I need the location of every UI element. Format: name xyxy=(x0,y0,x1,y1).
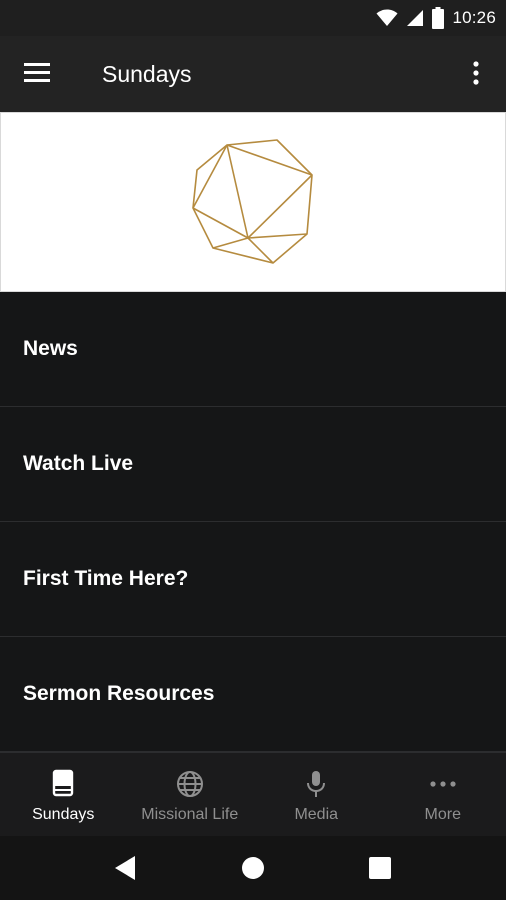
book-icon xyxy=(53,769,74,797)
status-bar: 10:26 xyxy=(0,0,506,36)
tab-label: Sundays xyxy=(32,806,95,823)
status-icons: 10:26 xyxy=(376,0,496,36)
hamburger-menu-button[interactable] xyxy=(22,60,58,90)
microphone-icon xyxy=(307,771,326,797)
hamburger-menu-icon xyxy=(24,63,50,82)
tab-media[interactable]: Media xyxy=(253,753,380,836)
bottom-navigation: Sundays Missional Life Media More xyxy=(0,752,506,836)
menu-item-watch-live[interactable]: Watch Live xyxy=(0,407,506,522)
signal-icon xyxy=(407,10,424,26)
menu-item-label: First Time Here? xyxy=(23,567,189,590)
more-horiz-icon xyxy=(430,781,456,787)
menu-item-first-time-here[interactable]: First Time Here? xyxy=(0,522,506,637)
more-vert-icon xyxy=(473,61,479,85)
geometric-polyhedron-logo-icon xyxy=(192,139,313,264)
header-banner xyxy=(0,112,506,292)
tab-missional-life[interactable]: Missional Life xyxy=(127,753,254,836)
globe-icon xyxy=(176,771,203,797)
menu-item-label: Sermon Resources xyxy=(23,682,215,705)
app-bar: Sundays xyxy=(0,36,506,112)
menu-item-news[interactable]: News xyxy=(0,292,506,407)
home-button[interactable] xyxy=(238,853,268,883)
tab-sundays[interactable]: Sundays xyxy=(0,753,127,836)
overflow-menu-button[interactable] xyxy=(464,58,488,90)
system-navigation-bar xyxy=(0,836,506,900)
tab-label: More xyxy=(424,806,461,823)
wifi-icon xyxy=(376,9,398,26)
home-icon xyxy=(242,857,264,879)
tab-label: Missional Life xyxy=(141,806,239,823)
back-button[interactable] xyxy=(111,853,141,883)
status-time: 10:26 xyxy=(452,8,496,27)
menu-item-sermon-resources[interactable]: Sermon Resources xyxy=(0,637,506,752)
tab-label: Media xyxy=(294,806,339,823)
battery-icon xyxy=(432,7,445,29)
tab-more[interactable]: More xyxy=(380,753,506,836)
menu-item-label: Watch Live xyxy=(23,452,134,475)
recents-icon xyxy=(369,857,391,879)
recents-button[interactable] xyxy=(365,853,395,883)
menu-list: News Watch Live First Time Here? Sermon … xyxy=(0,292,506,752)
menu-item-label: News xyxy=(23,337,78,360)
back-icon xyxy=(115,856,135,880)
page-title: Sundays xyxy=(102,61,192,87)
